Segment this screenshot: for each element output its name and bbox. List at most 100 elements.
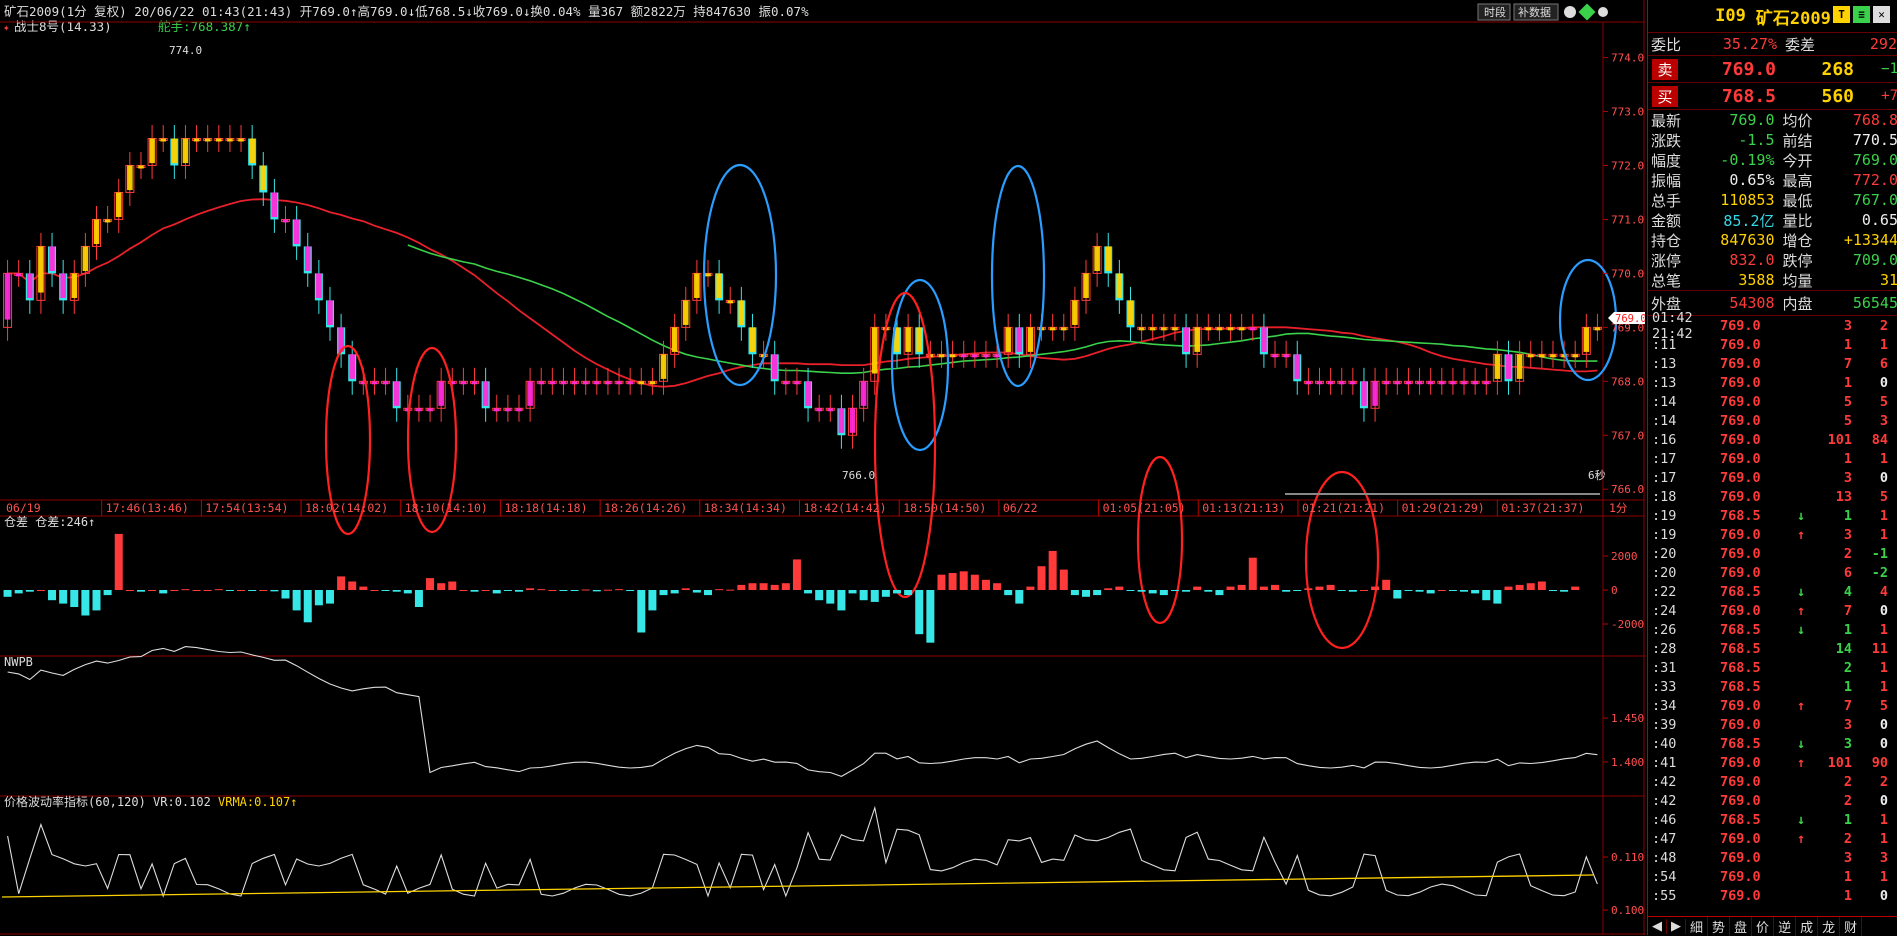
oi-bar	[181, 589, 190, 591]
tick-oi-change: 0	[1879, 469, 1888, 486]
trend-bar	[1216, 327, 1223, 331]
tick-row[interactable]: :11 769.0 1 1	[1648, 335, 1897, 354]
green-diamond-icon[interactable]	[1578, 3, 1596, 21]
tick-row[interactable]: :13 769.0 7 6	[1648, 354, 1897, 373]
panel-tab[interactable]: 成	[1796, 916, 1819, 936]
tick-volume: 1	[1843, 868, 1852, 885]
close-icon[interactable]: ✕	[1873, 6, 1890, 23]
tick-row[interactable]: :31 768.5 2 1	[1648, 658, 1897, 677]
tick-row[interactable]: :28 768.5 14 11	[1648, 639, 1897, 658]
nwpb-line: 1.450 1.400	[7, 646, 1644, 778]
settings-icon[interactable]	[1598, 7, 1608, 17]
tick-row[interactable]: :47 769.0 ↑ 2 1	[1648, 829, 1897, 848]
oi-bar	[1460, 590, 1469, 592]
tick-price: 769.0	[1720, 830, 1761, 847]
panel-tab[interactable]: 财	[1840, 916, 1863, 936]
tick-row[interactable]: :34 769.0 ↑ 7 5	[1648, 696, 1897, 715]
oi-bar	[1404, 590, 1413, 591]
stat-label: 均量	[1782, 271, 1813, 290]
panel-tab[interactable]: 价	[1752, 916, 1775, 936]
tick-row[interactable]: :42 769.0 2 0	[1648, 791, 1897, 810]
tick-oi-change: 11	[1871, 640, 1888, 657]
oi-bar	[114, 533, 123, 590]
tick-row[interactable]: 01:42 21:42 769.0 3 2	[1648, 310, 1897, 342]
volatility-line: 0.110 0.100	[1, 805, 1644, 917]
t-icon[interactable]: T	[1833, 6, 1850, 23]
tick-row[interactable]: :39 769.0 3 0	[1648, 715, 1897, 734]
oi-bar	[1159, 590, 1168, 596]
indicator-helmsman: 舵手:768.387↑	[158, 19, 251, 34]
panel-tab[interactable]: 盘	[1730, 916, 1753, 936]
tick-arrow-icon: ↑	[1796, 754, 1806, 771]
tick-row[interactable]: :19 768.5 ↓ 1 1	[1648, 506, 1897, 525]
trend-bar	[138, 165, 144, 169]
panel-tab[interactable]: ▶	[1667, 918, 1686, 934]
tick-oi-change: 0	[1879, 735, 1888, 752]
oi-bar	[626, 590, 635, 592]
oi-bar	[1237, 584, 1246, 590]
tick-row[interactable]: :48 769.0 3 3	[1648, 848, 1897, 867]
chart-area[interactable]: 矿石2009(1分 复权) 20/06/22 01:43(21:43) 开769…	[0, 0, 1645, 935]
tick-row[interactable]: :24 769.0 ↑ 7 0	[1648, 601, 1897, 620]
panel-tab[interactable]: 势	[1708, 916, 1731, 936]
period-button[interactable]: 时段	[1477, 3, 1511, 21]
tick-row[interactable]: :33 768.5 1 1	[1648, 677, 1897, 696]
stat-value: 768.8	[1852, 111, 1897, 129]
panel-tab[interactable]: 細	[1686, 916, 1709, 936]
tick-price: 769.0	[1720, 545, 1761, 562]
tick-list[interactable]: 01:42 21:42 769.0 3 2:11 769.0 1 1:13 769.0 7 6:1…	[1648, 310, 1897, 905]
list-icon[interactable]: ≡	[1853, 6, 1870, 23]
trend-bar	[671, 327, 678, 352]
open-interest-bars: 2000 0 -2000	[3, 533, 1644, 643]
trend-bar	[1394, 381, 1401, 385]
tick-row[interactable]: :22 768.5 ↓ 4 4	[1648, 582, 1897, 601]
tick-row[interactable]: :19 769.0 ↑ 3 1	[1648, 525, 1897, 544]
clock-icon[interactable]	[1564, 6, 1576, 18]
time-tick-label: 1分	[1609, 501, 1628, 515]
tick-volume: 7	[1843, 697, 1852, 714]
tick-oi-change: 1	[1879, 526, 1888, 543]
oi-bar	[303, 590, 312, 623]
oi-bar	[692, 590, 701, 593]
trend-bar	[1127, 300, 1134, 325]
tick-row[interactable]: :17 769.0 1 1	[1648, 449, 1897, 468]
stat-label: 最新	[1651, 111, 1682, 130]
stat-value: 3588	[1738, 271, 1775, 289]
tick-row[interactable]: :17 769.0 3 0	[1648, 468, 1897, 487]
tick-row[interactable]: :40 768.5 ↓ 3 0	[1648, 734, 1897, 753]
oi-bar	[125, 590, 134, 591]
tick-row[interactable]: :55 769.0 1 0	[1648, 886, 1897, 905]
tick-time: :46	[1652, 811, 1677, 828]
tick-volume: 3	[1843, 849, 1852, 866]
stat-value: 769.0	[1852, 151, 1897, 169]
oi-bar	[1015, 590, 1024, 604]
volatility-title: 价格波动率指标(60,120) VR:0.102	[4, 794, 211, 809]
fill-data-button[interactable]: 补数据	[1513, 3, 1559, 21]
panel-tab[interactable]: 逆	[1774, 916, 1797, 936]
tick-row[interactable]: :46 768.5 ↓ 1 1	[1648, 810, 1897, 829]
tick-row[interactable]: :20 769.0 2 -1	[1648, 544, 1897, 563]
oi-bar	[1348, 590, 1357, 592]
oi-bar	[514, 590, 523, 592]
oi-bar	[1304, 588, 1313, 590]
tick-row[interactable]: :18 769.0 13 5	[1648, 487, 1897, 506]
oi-bar	[592, 590, 601, 592]
tick-row[interactable]: :54 769.0 1 1	[1648, 867, 1897, 886]
tick-row[interactable]: :41 769.0 ↑ 101 90	[1648, 753, 1897, 772]
panel-tab[interactable]: 龙	[1818, 916, 1841, 936]
tick-row[interactable]: :14 769.0 5 5	[1648, 392, 1897, 411]
trend-bar	[549, 381, 556, 385]
trend-bar	[482, 381, 489, 406]
tick-row[interactable]: :16 769.0 101 84	[1648, 430, 1897, 449]
tick-row[interactable]: :13 769.0 1 0	[1648, 373, 1897, 392]
tick-arrow-icon: ↑	[1796, 697, 1806, 714]
trend-bar	[1405, 381, 1412, 385]
tick-row[interactable]: :14 769.0 5 3	[1648, 411, 1897, 430]
panel-tab[interactable]: ◀	[1648, 918, 1667, 934]
tick-arrow-icon: ↓	[1796, 621, 1806, 638]
oi-bar	[81, 590, 90, 616]
tick-row[interactable]: :42 769.0 2 2	[1648, 772, 1897, 791]
tick-row[interactable]: :20 769.0 6 -2	[1648, 563, 1897, 582]
tick-row[interactable]: :26 768.5 ↓ 1 1	[1648, 620, 1897, 639]
oi-bar	[615, 589, 624, 591]
